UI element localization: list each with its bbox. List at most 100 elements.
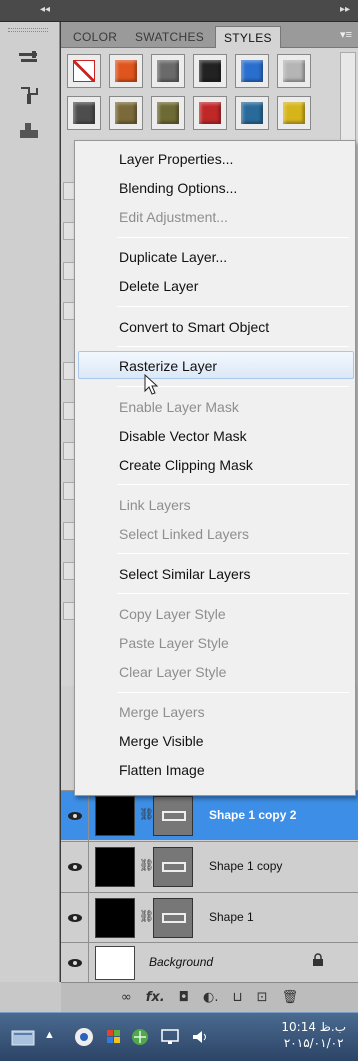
style-blue-glass-swatch[interactable] — [235, 54, 269, 88]
add-mask-icon[interactable]: ◘ — [179, 990, 189, 1005]
menu-item-merge-layers: Merge Layers — [119, 704, 205, 720]
vector-mask-thumbnail[interactable] — [153, 847, 193, 887]
menu-item-link-layers: Link Layers — [119, 497, 191, 513]
menu-item-clear-layer-style: Clear Layer Style — [119, 664, 227, 680]
dock-bottom — [0, 982, 61, 1012]
menu-item-edit-adjustment: Edit Adjustment... — [119, 209, 228, 225]
tool-presets-icon[interactable] — [16, 120, 42, 142]
flag-icon[interactable] — [104, 1027, 124, 1047]
vector-mask-thumbnail[interactable] — [153, 898, 193, 938]
menu-item-select-similar-layers[interactable]: Select Similar Layers — [119, 566, 251, 582]
group-icon[interactable]: ⊔ — [233, 990, 243, 1005]
new-layer-icon[interactable]: ⊡ — [257, 990, 268, 1005]
style-olive-swatch[interactable] — [151, 96, 185, 130]
taskbar-clock[interactable]: 10:14 ب.ظ ۲۰۱۵/۰۱/۰۲ — [281, 1019, 346, 1051]
menu-item-blending-options[interactable]: Blending Options... — [119, 180, 237, 196]
panel-tabs: COLOR SWATCHES STYLES ▾≡ — [61, 22, 358, 48]
menu-item-delete-layer[interactable]: Delete Layer — [119, 278, 198, 294]
style-yellow-swatch[interactable] — [277, 96, 311, 130]
adjustment-icon[interactable]: ◐. — [203, 990, 218, 1005]
menu-item-copy-layer-style: Copy Layer Style — [119, 606, 226, 622]
style-bronze-swatch[interactable] — [109, 96, 143, 130]
layer-thumbnail — [95, 946, 135, 980]
menu-separator — [117, 306, 349, 307]
menu-item-duplicate-layer[interactable]: Duplicate Layer... — [119, 249, 227, 265]
style-preview — [283, 60, 305, 82]
chain-link-icon[interactable]: ⛓ — [139, 858, 154, 872]
menu-separator — [117, 346, 349, 347]
style-gray-swatch[interactable] — [151, 54, 185, 88]
eye-icon[interactable] — [61, 842, 89, 892]
layer-name[interactable]: Shape 1 copy 2 — [209, 808, 296, 822]
style-dark-gradient-swatch[interactable] — [67, 96, 101, 130]
panel-menu-icon[interactable]: ▾≡ — [340, 28, 352, 41]
monitor-icon[interactable] — [160, 1027, 180, 1047]
chain-link-icon[interactable]: ⛓ — [139, 909, 154, 923]
delete-icon[interactable]: 🗑 — [282, 990, 299, 1005]
style-preview — [199, 102, 221, 124]
tab-swatches[interactable]: SWATCHES — [127, 26, 212, 48]
style-preview — [73, 60, 95, 82]
layer-name[interactable]: Shape 1 — [209, 910, 254, 924]
collapse-left-button[interactable]: ◂◂ — [40, 4, 50, 15]
style-black-chrome-swatch[interactable] — [193, 54, 227, 88]
layer-row[interactable]: ⛓ Shape 1 copy — [61, 841, 358, 892]
style-preview — [283, 102, 305, 124]
windows-taskbar: ▲ 10:14 ب.ظ ۲۰۱۵/۰۱/۰۲ — [0, 1012, 358, 1061]
layer-thumbnail — [95, 898, 135, 938]
style-orange-glow-swatch[interactable] — [109, 54, 143, 88]
menu-item-create-clipping-mask[interactable]: Create Clipping Mask — [119, 457, 253, 473]
menu-item-rasterize-layer[interactable]: Rasterize Layer — [119, 358, 217, 374]
start-icon[interactable] — [10, 1027, 36, 1047]
lock-icon — [312, 953, 324, 972]
dock-grip[interactable] — [8, 28, 48, 32]
menu-separator — [117, 553, 349, 554]
tab-color[interactable]: COLOR — [65, 26, 125, 48]
collapse-right-button[interactable]: ▸▸ — [340, 4, 350, 15]
layer-row[interactable]: ⛓ Shape 1 copy 2 — [61, 790, 358, 841]
menu-item-paste-layer-style: Paste Layer Style — [119, 635, 229, 651]
style-light-gray-swatch[interactable] — [277, 54, 311, 88]
layer-row[interactable]: ⛓ Shape 1 — [61, 892, 358, 943]
menu-item-flatten-image[interactable]: Flatten Image — [119, 762, 205, 778]
photoshop-window: ◂◂ ▸▸ COLOR SWATCHES STYLES ▾≡ ⛓ Shape 1… — [0, 0, 358, 1061]
vector-mask-thumbnail[interactable] — [153, 796, 193, 836]
menu-separator — [117, 593, 349, 594]
menu-item-disable-vector-mask[interactable]: Disable Vector Mask — [119, 428, 247, 444]
menu-item-layer-properties[interactable]: Layer Properties... — [119, 151, 233, 167]
mouse-pointer-icon — [144, 373, 160, 401]
style-red-swatch[interactable] — [193, 96, 227, 130]
link-icon[interactable]: ∞ — [121, 990, 132, 1005]
menu-item-convert-smart-object[interactable]: Convert to Smart Object — [119, 319, 269, 335]
fx-icon[interactable]: fx. — [146, 990, 165, 1005]
style-preview — [199, 60, 221, 82]
style-none-swatch[interactable] — [67, 54, 101, 88]
network-icon[interactable] — [130, 1027, 150, 1047]
chain-link-icon[interactable]: ⛓ — [139, 807, 154, 821]
tab-styles[interactable]: STYLES — [215, 26, 281, 48]
eye-icon[interactable] — [61, 791, 89, 841]
layer-name[interactable]: Background — [149, 955, 213, 969]
eye-icon[interactable] — [61, 943, 89, 983]
style-mosaic-swatch[interactable] — [235, 96, 269, 130]
brush-presets-icon[interactable] — [16, 48, 42, 70]
clock-date: ۲۰۱۵/۰۱/۰۲ — [283, 1036, 344, 1050]
style-preview — [157, 102, 179, 124]
menu-item-enable-layer-mask: Enable Layer Mask — [119, 399, 239, 415]
style-preview — [115, 102, 137, 124]
layer-row[interactable]: Background — [61, 942, 358, 983]
menu-item-merge-visible[interactable]: Merge Visible — [119, 733, 204, 749]
arrow-up-icon[interactable]: ▲ — [44, 1029, 55, 1041]
layer-context-menu: Layer Properties... Blending Options... … — [74, 140, 356, 796]
menu-separator — [117, 692, 349, 693]
menu-item-select-linked-layers: Select Linked Layers — [119, 526, 249, 542]
volume-icon[interactable] — [190, 1027, 210, 1047]
eye-icon[interactable] — [61, 893, 89, 943]
clock-time: 10:14 ب.ظ — [281, 1020, 346, 1034]
panel-icon-dock — [0, 22, 60, 982]
styles-scrollbar[interactable] — [340, 52, 356, 152]
layer-name[interactable]: Shape 1 copy — [209, 859, 282, 873]
clone-source-icon[interactable] — [16, 84, 42, 106]
chrome-icon[interactable] — [74, 1027, 94, 1047]
style-preview — [241, 60, 263, 82]
